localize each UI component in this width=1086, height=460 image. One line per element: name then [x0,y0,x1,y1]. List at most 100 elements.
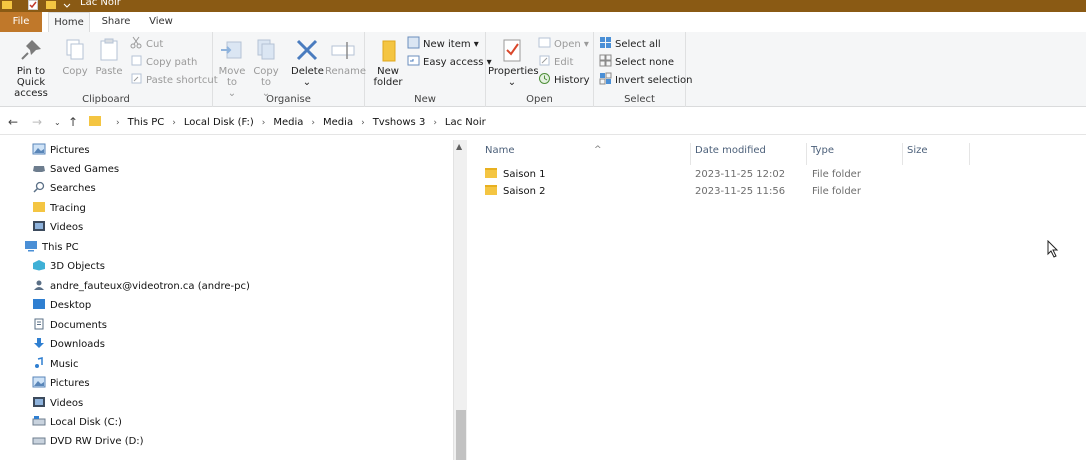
new-item-button[interactable]: New item ▾ [407,36,479,52]
rename-button[interactable]: Rename [325,36,366,77]
new-folder-icon[interactable] [46,0,56,10]
nav-item-dvd-rw-drive-d[interactable]: DVD RW Drive (D:) [32,433,144,451]
folder-icon [89,116,101,126]
column-header-date-modified[interactable]: Date modified [691,143,807,165]
file-type: File folder [812,186,861,197]
breadcrumb-this-pc[interactable]: This PC [128,111,165,135]
breadcrumb-separator-icon[interactable]: › [172,111,176,135]
rename-icon [331,42,355,59]
scrollbar-thumb[interactable] [456,410,466,460]
navigation-pane-scrollbar[interactable]: ▲ [453,140,467,460]
network-user-icon [34,280,44,290]
nav-item-searches[interactable]: Searches [32,180,96,198]
forward-arrow-icon[interactable]: → [32,115,42,129]
nav-item-saved-games[interactable]: Saved Games [32,161,119,179]
history-button[interactable]: History [538,72,590,88]
copy-to-button[interactable]: Copy to ⌄ [251,36,281,99]
column-header-size[interactable]: Size [903,143,970,165]
breadcrumb-separator-icon[interactable]: › [433,111,437,135]
breadcrumb: › This PC › Local Disk (F:) › Media › Media › Tvs… [88,111,486,135]
edit-button[interactable]: Edit [538,54,573,70]
nav-item-downloads[interactable]: Downloads [32,336,105,354]
clipboard-group-label: Clipboard [82,94,130,105]
file-date: 2023-11-25 11:56 [695,186,786,197]
table-row[interactable]: Saison 2 2023-11-25 11:56 File folder [481,183,1071,200]
nav-item-network-user[interactable]: andre_fauteux@videotron.ca (andre-pc) [32,278,250,296]
nav-label: Downloads [50,339,105,350]
nav-item-pictures[interactable]: Pictures [32,142,90,160]
nav-label: This PC [42,242,79,253]
recent-locations-chevron-icon[interactable]: ⌄ [54,118,61,127]
tab-share[interactable]: Share [96,12,136,32]
documents-icon [34,318,44,330]
easy-access-button[interactable]: Easy access ▾ [407,54,492,70]
select-all-button[interactable]: Select all [599,36,661,52]
history-icon [539,73,550,84]
nav-label: Documents [50,320,108,331]
customize-quick-access-icon[interactable] [62,0,72,10]
copy-button[interactable]: Copy [60,36,90,77]
breadcrumb-lac-noir[interactable]: Lac Noir [445,111,486,135]
breadcrumb-separator-icon[interactable]: › [361,111,365,135]
pin-to-quick-access-button[interactable]: Pin to Quick access [4,36,58,99]
move-to-button[interactable]: Move to ⌄ [217,36,247,99]
invert-selection-button[interactable]: Invert selection [599,72,693,88]
tab-view[interactable]: View [143,12,179,32]
nav-item-pictures-2[interactable]: Pictures [32,375,90,393]
properties-label: Properties [488,66,539,77]
tab-file[interactable]: File [0,12,42,32]
breadcrumb-tvshows-3[interactable]: Tvshows 3 [373,111,426,135]
breadcrumb-separator-icon[interactable]: › [262,111,266,135]
nav-item-music[interactable]: Music [32,356,78,374]
nav-label: Local Disk (C:) [50,417,122,428]
nav-item-3d-objects[interactable]: 3D Objects [32,258,105,276]
select-all-label: Select all [615,39,661,50]
breadcrumb-separator-icon[interactable]: › [311,111,315,135]
new-group: New folder New item ▾ Easy access ▾ New [365,32,492,107]
up-arrow-icon[interactable]: ↑ [68,115,78,129]
nav-item-tracing[interactable]: Tracing [32,200,86,218]
nav-item-local-disk-c[interactable]: Local Disk (C:) [32,414,122,432]
breadcrumb-separator-icon[interactable]: › [116,111,120,135]
nav-label: Tracing [50,203,86,214]
column-header-label: Type [811,145,834,156]
copy-path-label: Copy path [146,57,198,68]
new-item-dropdown-icon: ▾ [473,39,479,50]
nav-label: DVD RW Drive (D:) [50,436,144,447]
properties-button[interactable]: Properties ⌄ [488,36,539,88]
paste-button[interactable]: Paste [94,36,124,77]
delete-button[interactable]: Delete ⌄ [291,36,324,88]
breadcrumb-local-disk-f[interactable]: Local Disk (F:) [184,111,254,135]
nav-item-desktop[interactable]: Desktop [32,297,91,315]
nav-label: Saved Games [50,164,120,175]
column-header-name[interactable]: Name ^ [481,143,691,165]
new-folder-icon [382,40,396,62]
easy-access-icon [407,55,420,66]
ribbon: Pin to Quick access Copy Paste Cut Copy … [0,32,1086,107]
nav-item-videos-2[interactable]: Videos [32,395,83,413]
breadcrumb-media-1[interactable]: Media [273,111,303,135]
properties-check-icon[interactable] [28,0,38,10]
back-arrow-icon[interactable]: ← [8,115,18,129]
downloads-icon [34,338,44,348]
tab-home[interactable]: Home [48,12,90,32]
select-none-button[interactable]: Select none [599,54,674,70]
select-all-icon [600,37,611,48]
new-folder-button[interactable]: New folder [371,36,405,88]
copy-path-button[interactable]: Copy path [130,54,197,70]
column-header-label: Size [907,145,928,156]
nav-label: 3D Objects [50,261,106,272]
address-row: ← → ⌄ ↑ › This PC › Local Disk (F:) › Media › M… [0,111,1086,135]
invert-selection-icon [599,72,612,85]
open-button[interactable]: Open ▾ [538,36,589,52]
nav-item-documents[interactable]: Documents [32,317,107,335]
breadcrumb-media-2[interactable]: Media [323,111,353,135]
table-row[interactable]: Saison 1 2023-11-25 12:02 File folder [481,166,1071,183]
nav-item-videos[interactable]: Videos [32,219,83,237]
column-header-type[interactable]: Type [807,143,903,165]
nav-item-this-pc[interactable]: This PC [24,239,79,257]
paste-label: Paste [95,66,123,77]
paste-shortcut-button[interactable]: Paste shortcut [130,72,218,88]
scroll-up-icon[interactable]: ▲ [456,142,462,151]
cut-button[interactable]: Cut [130,36,163,52]
